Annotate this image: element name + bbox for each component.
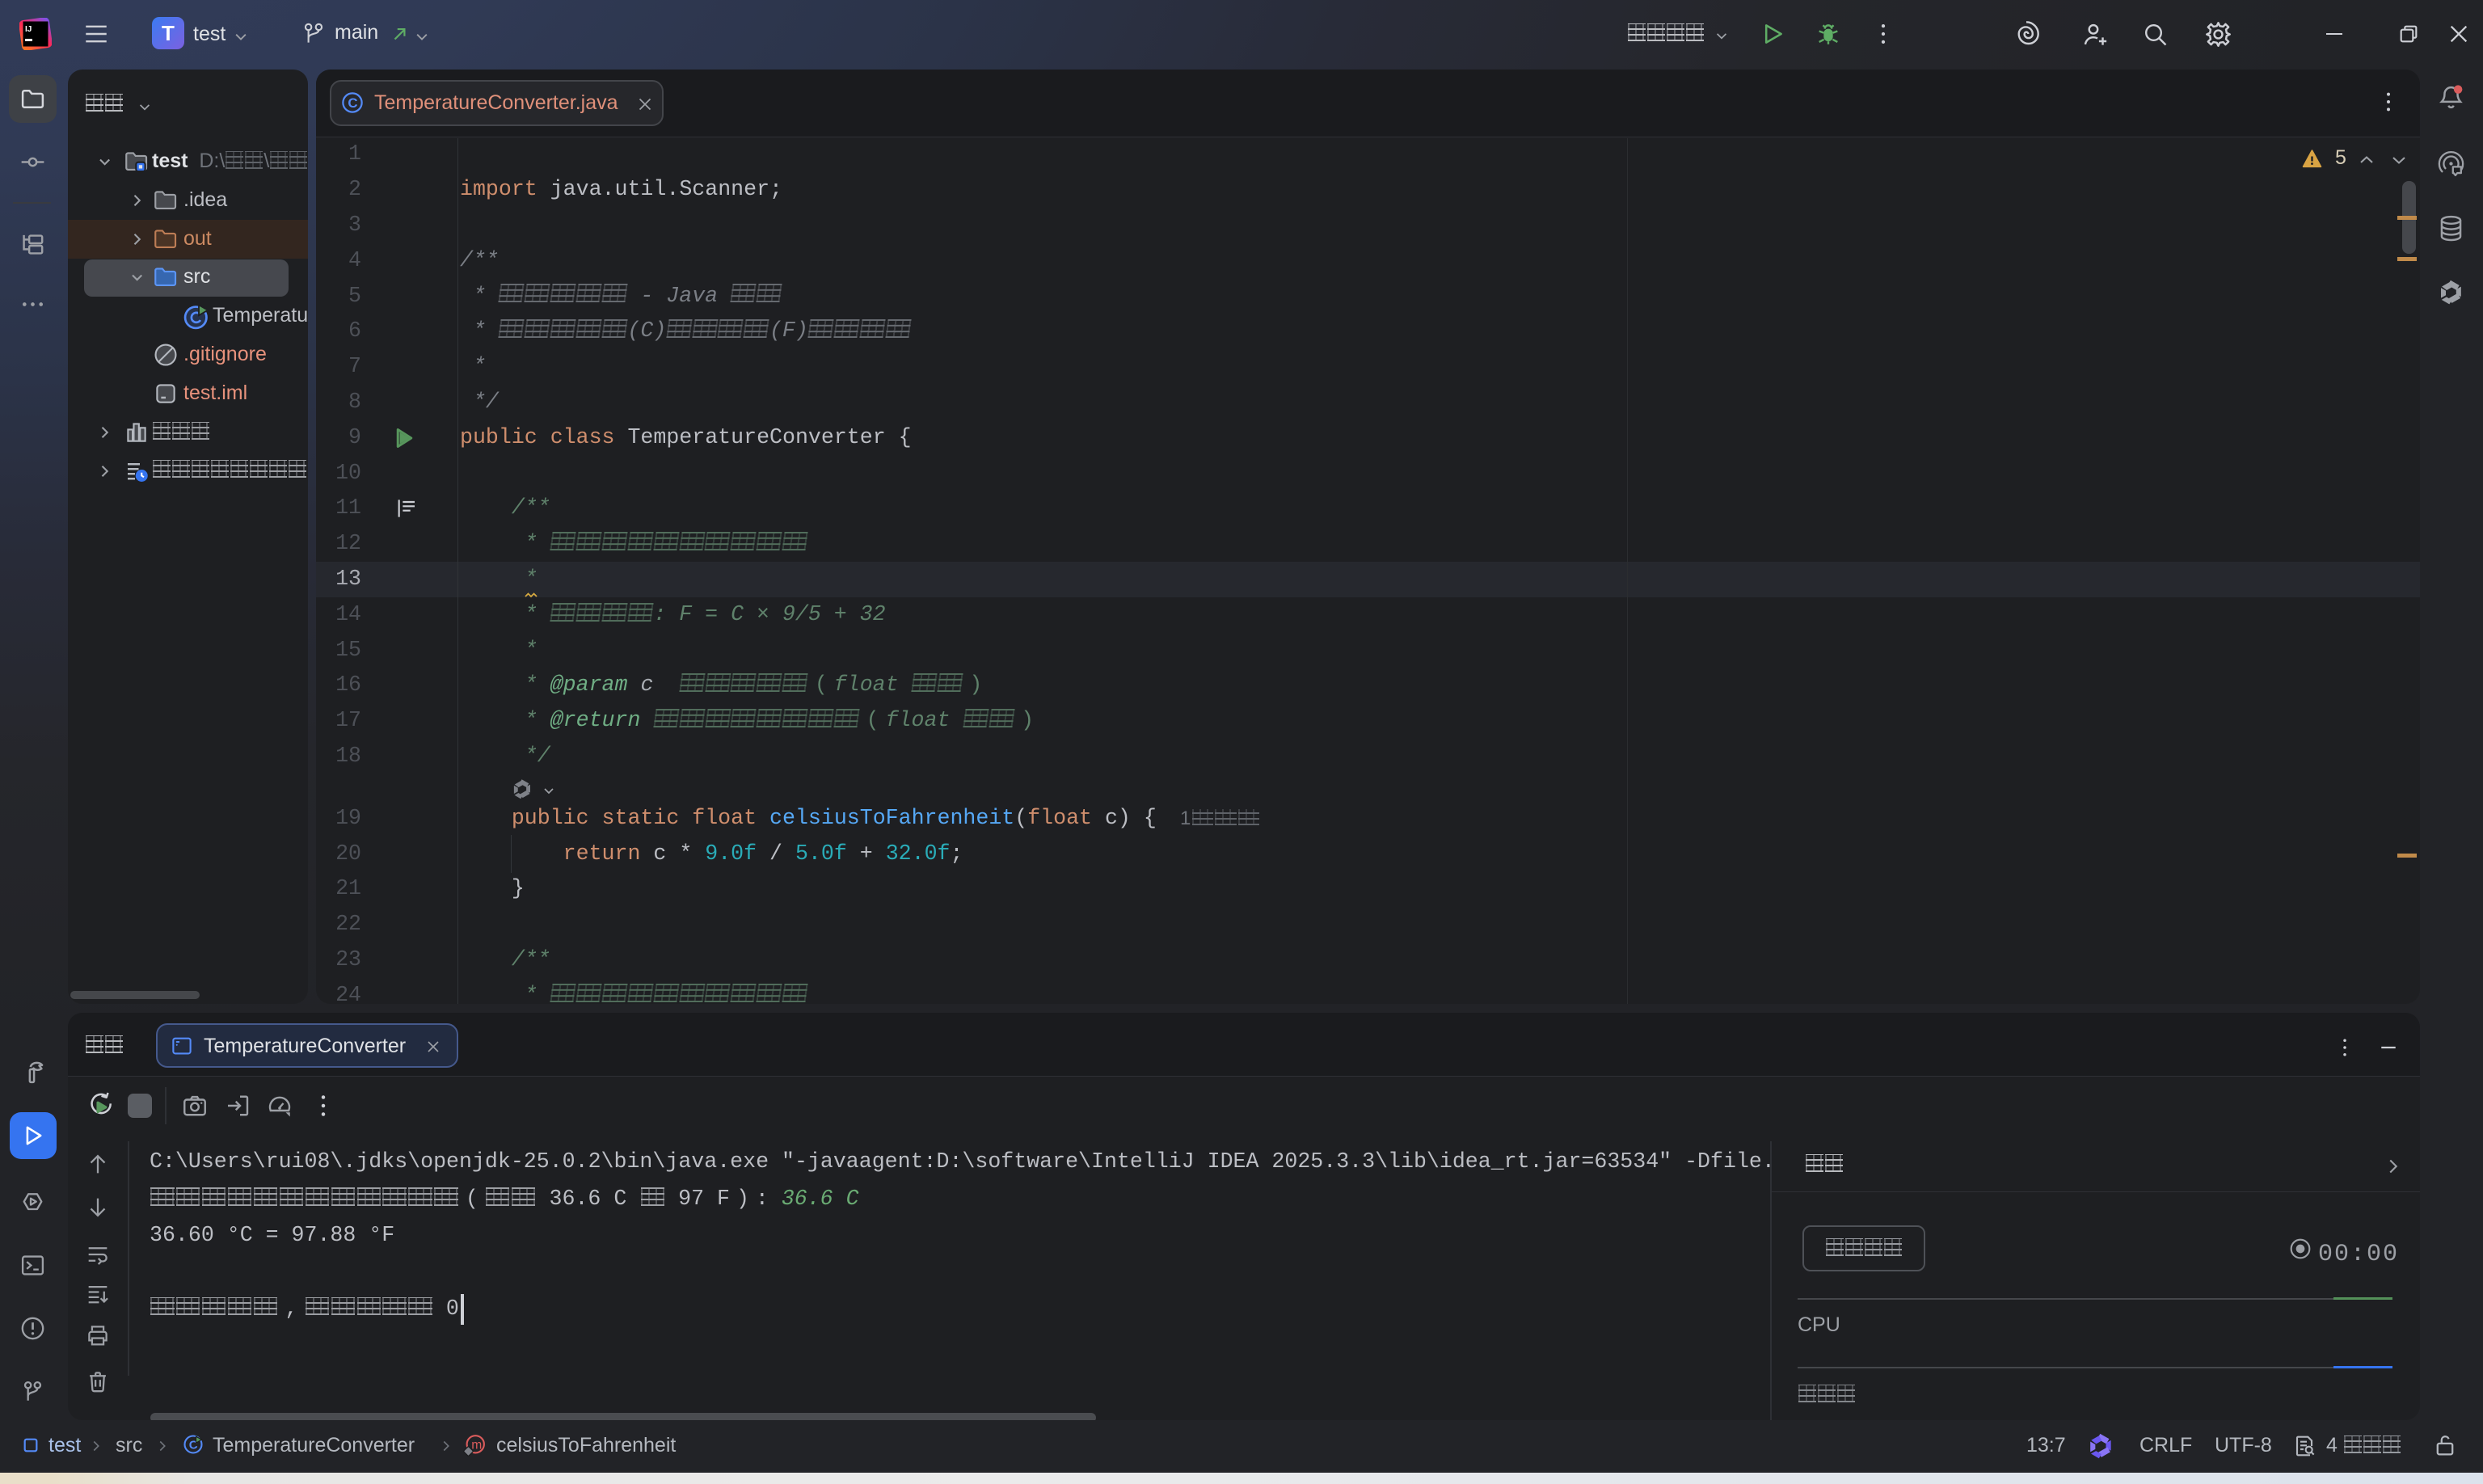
svg-text:m: m	[471, 1438, 482, 1452]
svg-text:IJ: IJ	[25, 25, 32, 34]
